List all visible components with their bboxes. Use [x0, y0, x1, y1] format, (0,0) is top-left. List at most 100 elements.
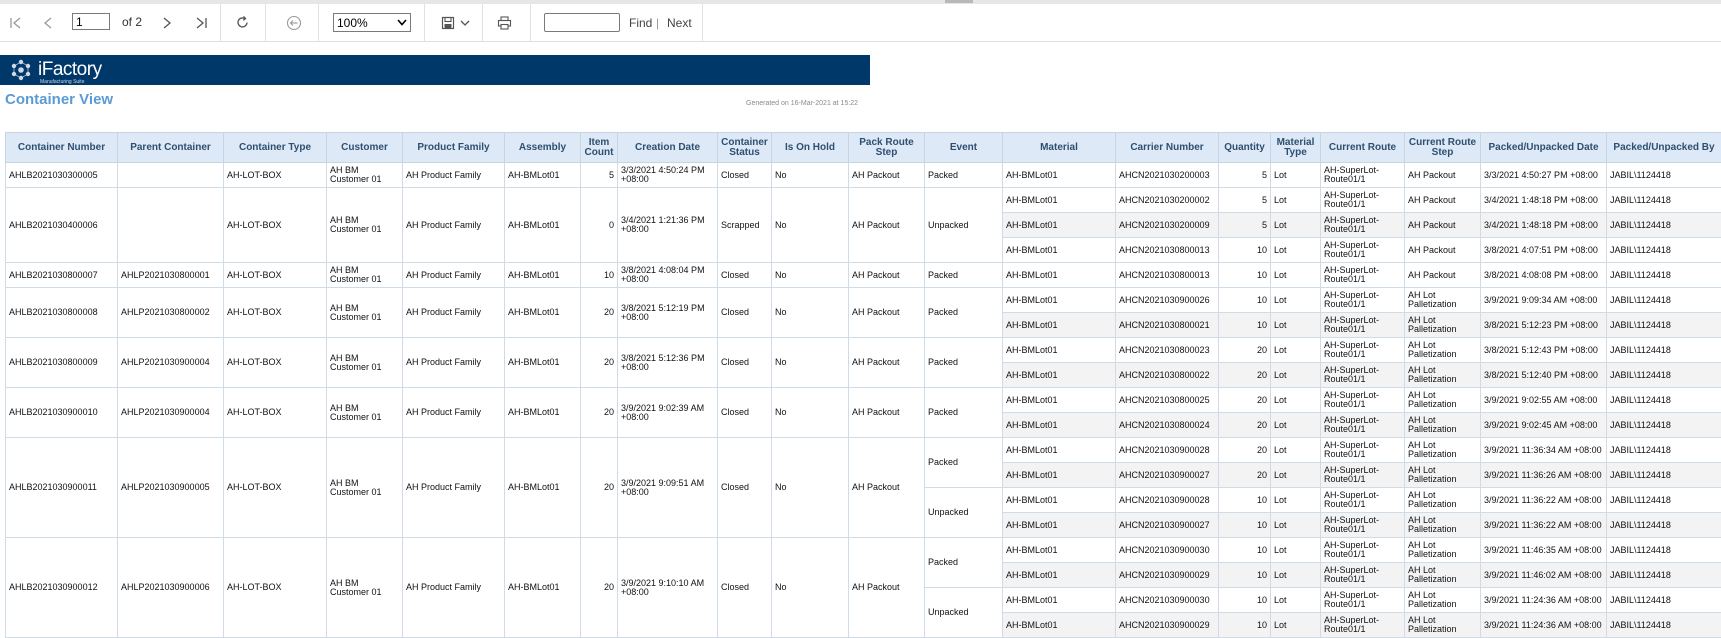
material-type-cell: Lot [1271, 288, 1321, 313]
page-number-input[interactable] [72, 13, 110, 30]
container-number-cell: AHLB2021030800007 [6, 263, 118, 288]
find-text-input[interactable] [544, 13, 620, 32]
packed-date-cell: 3/9/2021 11:36:22 AM +08:00 [1481, 513, 1607, 538]
current-route-cell: AH-SuperLot-Route01/1 [1321, 338, 1405, 363]
carrier-number-cell: AHCN2021030800013 [1116, 263, 1219, 288]
material-type-cell: Lot [1271, 188, 1321, 213]
column-header[interactable]: Creation Date [618, 133, 718, 163]
column-header[interactable]: Item Count [581, 133, 618, 163]
find-link[interactable]: Find [629, 16, 652, 30]
column-header[interactable]: Packed/Unpacked Date [1481, 133, 1607, 163]
carrier-number-cell: AHCN2021030200003 [1116, 163, 1219, 188]
product-family-cell: AH Product Family [403, 288, 505, 338]
current-route-step-cell: AH Lot Palletization [1405, 463, 1481, 488]
carrier-number-cell: AHCN2021030900026 [1116, 288, 1219, 313]
material-cell: AH-BMLot01 [1003, 263, 1116, 288]
column-header[interactable]: Current Route Step [1405, 133, 1481, 163]
item-count-cell: 20 [581, 288, 618, 338]
carrier-number-cell: AHCN2021030200002 [1116, 188, 1219, 213]
first-page-icon[interactable] [4, 4, 28, 41]
pack-route-step-cell: AH Packout [849, 438, 925, 538]
event-cell: Packed [925, 288, 1003, 338]
packed-by-cell: JABIL\1124418 [1607, 263, 1721, 288]
packed-date-cell: 3/9/2021 9:09:34 AM +08:00 [1481, 288, 1607, 313]
product-family-cell: AH Product Family [403, 163, 505, 188]
find-separator: | [656, 16, 659, 30]
table-row: AHLB2021030800008AHLP2021030800002AH-LOT… [6, 288, 1721, 313]
parent-container-cell: AHLP2021030900006 [118, 538, 224, 638]
material-type-cell: Lot [1271, 388, 1321, 413]
current-route-step-cell: AH Packout [1405, 188, 1481, 213]
column-header[interactable]: Product Family [403, 133, 505, 163]
quantity-cell: 10 [1219, 538, 1271, 563]
column-header[interactable]: Quantity [1219, 133, 1271, 163]
column-header[interactable]: Pack Route Step [849, 133, 925, 163]
event-cell: Packed [925, 263, 1003, 288]
container-number-cell: AHLB2021030900011 [6, 438, 118, 538]
column-header[interactable]: Packed/Unpacked By [1607, 133, 1721, 163]
current-route-cell: AH-SuperLot-Route01/1 [1321, 563, 1405, 588]
previous-page-icon[interactable] [36, 4, 60, 41]
quantity-cell: 20 [1219, 413, 1271, 438]
material-cell: AH-BMLot01 [1003, 463, 1116, 488]
packed-date-cell: 3/4/2021 1:48:18 PM +08:00 [1481, 188, 1607, 213]
current-route-step-cell: AH Lot Palletization [1405, 338, 1481, 363]
material-type-cell: Lot [1271, 263, 1321, 288]
carrier-number-cell: AHCN2021030900029 [1116, 563, 1219, 588]
product-family-cell: AH Product Family [403, 338, 505, 388]
toolbar-separator [702, 4, 703, 41]
print-icon[interactable] [492, 4, 516, 41]
splitter-handle[interactable] [945, 0, 973, 3]
column-header[interactable]: Material Type [1271, 133, 1321, 163]
current-route-cell: AH-SuperLot-Route01/1 [1321, 438, 1405, 463]
packed-by-cell: JABIL\1124418 [1607, 513, 1721, 538]
column-header[interactable]: Parent Container [118, 133, 224, 163]
report-banner: iFactory Manufacturing Suite [0, 55, 870, 85]
material-type-cell: Lot [1271, 413, 1321, 438]
current-route-step-cell: AH Packout [1405, 163, 1481, 188]
container-type-cell: AH-LOT-BOX [224, 388, 327, 438]
column-header[interactable]: Event [925, 133, 1003, 163]
column-header[interactable]: Carrier Number [1116, 133, 1219, 163]
back-to-parent-icon[interactable] [282, 4, 306, 41]
container-type-cell: AH-LOT-BOX [224, 438, 327, 538]
next-page-icon[interactable] [155, 4, 179, 41]
container-status-cell: Closed [718, 338, 772, 388]
quantity-cell: 10 [1219, 588, 1271, 613]
generated-timestamp: Generated on 16-Mar-2021 at 15:22 [746, 100, 858, 107]
column-header[interactable]: Customer [327, 133, 403, 163]
product-family-cell: AH Product Family [403, 388, 505, 438]
toolbar-separator [482, 4, 483, 41]
column-header[interactable]: Assembly [505, 133, 581, 163]
current-route-cell: AH-SuperLot-Route01/1 [1321, 613, 1405, 638]
find-next-link[interactable]: Next [667, 16, 692, 30]
container-number-cell: AHLB2021030400006 [6, 188, 118, 263]
item-count-cell: 20 [581, 388, 618, 438]
zoom-select[interactable]: 100% [333, 13, 411, 32]
parent-container-cell: AHLP2021030900004 [118, 338, 224, 388]
container-number-cell: AHLB2021030900012 [6, 538, 118, 638]
column-header[interactable]: Is On Hold [772, 133, 849, 163]
current-route-cell: AH-SuperLot-Route01/1 [1321, 388, 1405, 413]
quantity-cell: 10 [1219, 613, 1271, 638]
product-family-cell: AH Product Family [403, 538, 505, 638]
table-row: AHLB2021030900011AHLP2021030900005AH-LOT… [6, 438, 1721, 463]
column-header[interactable]: Current Route [1321, 133, 1405, 163]
column-header[interactable]: Container Status [718, 133, 772, 163]
export-button[interactable] [436, 4, 476, 41]
quantity-cell: 10 [1219, 513, 1271, 538]
last-page-icon[interactable] [189, 4, 213, 41]
column-header[interactable]: Container Type [224, 133, 327, 163]
packed-by-cell: JABIL\1124418 [1607, 163, 1721, 188]
container-table: Container NumberParent ContainerContaine… [5, 132, 1721, 638]
column-header[interactable]: Material [1003, 133, 1116, 163]
material-cell: AH-BMLot01 [1003, 338, 1116, 363]
refresh-icon[interactable] [230, 4, 254, 41]
current-route-cell: AH-SuperLot-Route01/1 [1321, 313, 1405, 338]
item-count-cell: 5 [581, 163, 618, 188]
assembly-cell: AH-BMLot01 [505, 438, 581, 538]
material-type-cell: Lot [1271, 463, 1321, 488]
packed-by-cell: JABIL\1124418 [1607, 238, 1721, 263]
creation-date-cell: 3/8/2021 4:08:04 PM +08:00 [618, 263, 718, 288]
column-header[interactable]: Container Number [6, 133, 118, 163]
